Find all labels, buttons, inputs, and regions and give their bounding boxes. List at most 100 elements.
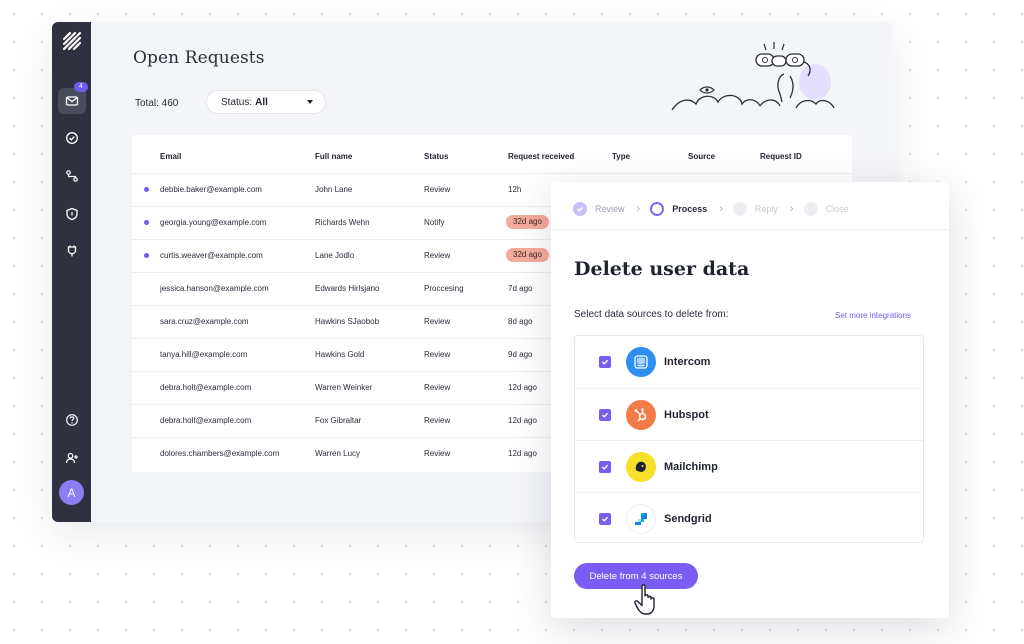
checkbox-mailchimp[interactable]	[599, 460, 611, 473]
modal-subtitle: Select data sources to delete from:	[574, 309, 729, 320]
source-name: Sendgrid	[664, 512, 712, 525]
plug-icon	[67, 245, 77, 257]
cell-request-received: 12d ago	[508, 449, 537, 458]
cell-full-name: Warren Weinker	[315, 383, 373, 392]
binoculars-illustration	[671, 42, 835, 111]
cell-email: sara.cruz@example.com	[160, 317, 249, 326]
step-process: Process	[650, 202, 707, 216]
cell-status: Review	[424, 416, 451, 425]
hand-pointer-icon	[634, 584, 655, 615]
checkbox-hubspot[interactable]	[599, 408, 611, 421]
sidebar-item-help[interactable]	[58, 407, 86, 433]
column-header-status[interactable]: Status	[424, 152, 448, 161]
unread-dot	[144, 253, 149, 258]
sidebar-item-inbox[interactable]: 4	[58, 82, 88, 114]
cell-status: Proccesing	[424, 284, 464, 293]
status-filter-dropdown[interactable]: Status: All	[206, 90, 326, 114]
source-name: Mailchimp	[664, 460, 718, 473]
sidebar-item-add-user[interactable]	[58, 445, 86, 471]
step-label: Close	[825, 204, 849, 214]
cell-status: Notify	[424, 218, 445, 227]
page-title: Open Requests	[133, 48, 265, 68]
source-row-intercom[interactable]: Intercom	[575, 336, 923, 388]
sidebar-item-tasks[interactable]	[58, 125, 86, 151]
cell-email: tanya.hill@example.com	[160, 350, 248, 359]
column-header-request-received[interactable]: Request received	[508, 152, 574, 161]
source-row-mailchimp[interactable]: Mailchimp	[575, 440, 923, 492]
cell-full-name: Fox Gibraltar	[315, 416, 362, 425]
cell-full-name: John Lane	[315, 185, 353, 194]
source-row-hubspot[interactable]: Hubspot	[575, 388, 923, 440]
mailchimp-icon	[626, 451, 656, 482]
step-label: Process	[672, 204, 708, 214]
caret-down-icon	[307, 100, 313, 104]
sidebar: 4 A	[52, 22, 91, 522]
cell-request-received: 12d ago	[508, 416, 537, 425]
shield-icon	[66, 207, 78, 221]
status-filter-value: All	[255, 96, 268, 108]
cell-full-name: Edwards Hirlsjano	[315, 284, 380, 293]
cell-status: Review	[424, 350, 451, 359]
cell-status: Review	[424, 185, 451, 194]
checkbox-intercom[interactable]	[599, 356, 611, 368]
overdue-badge: 32d ago	[506, 248, 549, 262]
avatar[interactable]: A	[59, 480, 84, 505]
step-label: Review	[595, 204, 625, 214]
unread-dot	[144, 187, 149, 192]
source-name: Hubspot	[664, 408, 709, 421]
cell-request-received: 12h	[508, 185, 522, 194]
overdue-badge: 32d ago	[506, 215, 549, 229]
cell-email: debra.holt@example.com	[160, 383, 252, 392]
set-more-integrations-link[interactable]: Set more integrations	[835, 311, 911, 320]
column-header-full-name[interactable]: Full name	[315, 152, 352, 161]
check-circle-icon	[66, 132, 78, 144]
cell-status: Review	[424, 383, 451, 392]
cell-email: debra.holt@example.com	[160, 416, 252, 425]
flow-icon	[66, 170, 78, 182]
chevron-right-icon: ›	[789, 203, 794, 215]
hubspot-icon	[626, 399, 656, 430]
help-icon	[66, 414, 78, 426]
progress-steps: Review › Process › Reply › Close	[573, 199, 929, 219]
sidebar-item-flows[interactable]	[58, 163, 86, 189]
column-header-source[interactable]: Source	[688, 152, 715, 161]
step-current-icon	[650, 202, 665, 216]
cell-email: dolores.chambers@example.com	[160, 449, 280, 458]
column-header-email[interactable]: Email	[160, 152, 181, 161]
cell-status: Review	[424, 449, 451, 458]
cell-request-received: 12d ago	[508, 383, 537, 392]
column-header-type[interactable]: Type	[612, 152, 630, 161]
column-header-request-id[interactable]: Request ID	[760, 152, 802, 161]
cell-request-received: 9d ago	[508, 350, 533, 359]
cell-email: jessica.hanson@example.com	[160, 284, 269, 293]
check-icon	[573, 202, 587, 216]
stripes-logo-icon[interactable]	[61, 30, 83, 52]
sidebar-item-security[interactable]	[58, 201, 86, 227]
cell-status: Review	[424, 317, 451, 326]
cell-full-name: Hawkins SJaobob	[315, 317, 380, 326]
checkbox-sendgrid[interactable]	[599, 512, 611, 525]
divider	[551, 229, 949, 230]
cell-full-name: Richards Wehn	[315, 218, 370, 227]
inbox-badge: 4	[74, 82, 88, 92]
source-name: Intercom	[664, 356, 711, 368]
source-row-sendgrid[interactable]: Sendgrid	[575, 492, 923, 542]
step-pending-icon	[803, 202, 818, 216]
cell-request-received: 8d ago	[508, 317, 533, 326]
intercom-icon	[626, 347, 656, 377]
cell-full-name: Warren Lucy	[315, 449, 361, 458]
sidebar-item-integrations[interactable]	[58, 238, 86, 264]
cell-email: debbie.baker@example.com	[160, 185, 262, 194]
data-sources-list: Intercom Hubspot Mailchimp Sendgrid	[574, 335, 924, 543]
cell-email: georgia.young@example.com	[160, 218, 267, 227]
total-count: Total: 460	[135, 98, 179, 109]
chevron-right-icon: ›	[636, 203, 641, 215]
status-filter-label: Status:	[221, 96, 253, 108]
step-reply: Reply	[732, 202, 778, 216]
unread-dot	[144, 220, 149, 225]
add-user-icon	[65, 452, 78, 464]
step-pending-icon	[732, 202, 747, 216]
cell-email: curtis.weaver@example.com	[160, 251, 263, 260]
cell-full-name: Hawkins Gold	[315, 350, 365, 359]
inbox-icon	[65, 96, 79, 106]
